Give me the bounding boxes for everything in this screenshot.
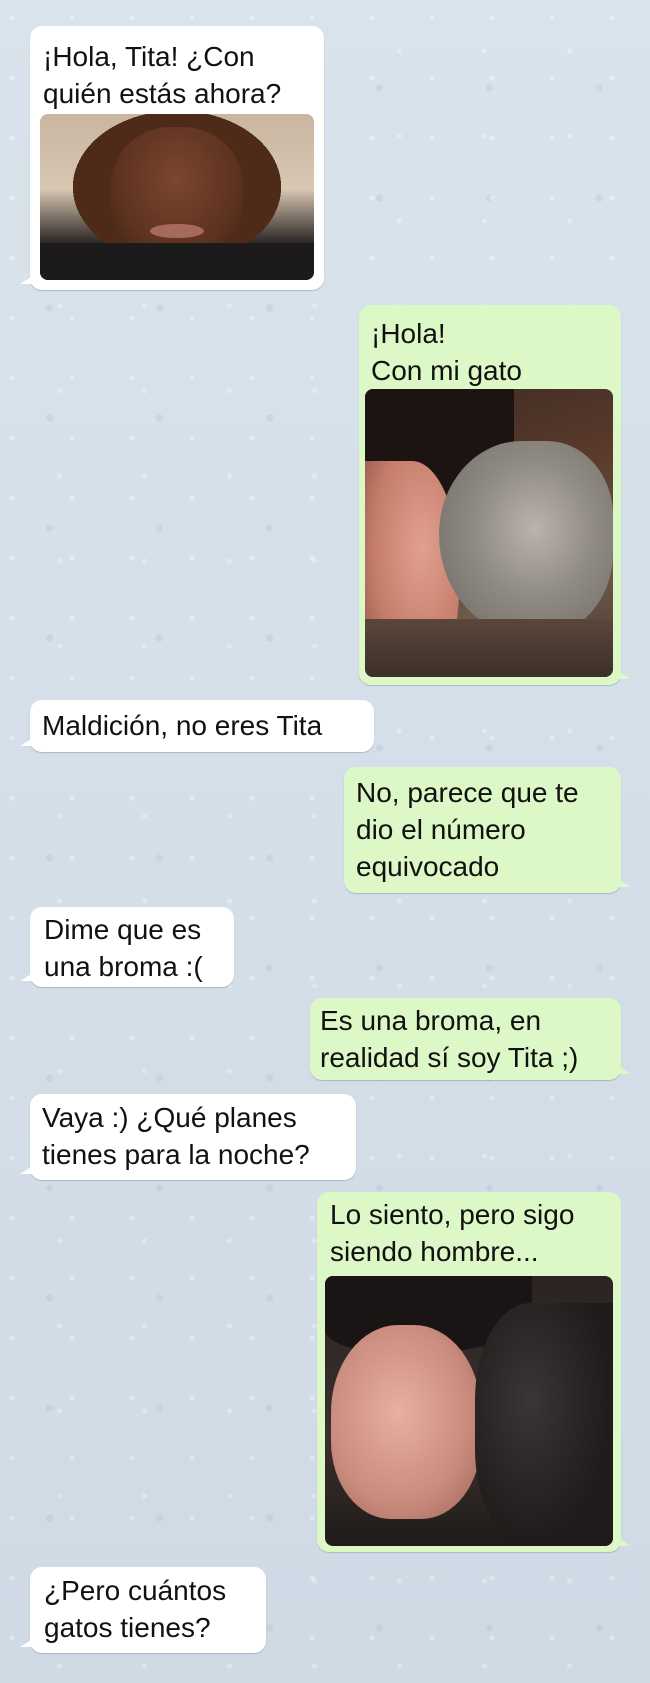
photo-face (330, 1324, 481, 1519)
message-bubble-incoming[interactable]: Dime que es una broma :( (20, 907, 234, 987)
message-photo[interactable] (40, 114, 314, 280)
message-bubble-incoming[interactable]: ¿Pero cuántos gatos tienes? (20, 1567, 266, 1653)
message-text: Vaya :) ¿Qué planes tienes para la noche… (42, 1102, 310, 1170)
message-bubble-outgoing[interactable]: ¡Hola! Con mi gato (359, 305, 631, 685)
message-text: Lo siento, pero sigo siendo hombre... (330, 1199, 575, 1267)
photo-couch (365, 619, 613, 677)
photo-shirt (40, 243, 314, 280)
message-photo[interactable] (365, 389, 613, 677)
message-text: Dime que es una broma :( (44, 914, 203, 982)
message-bubble-outgoing[interactable]: No, parece que te dio el número equivoca… (344, 767, 631, 893)
message-bubble-outgoing[interactable]: Lo siento, pero sigo siendo hombre... (317, 1192, 631, 1552)
chat-background[interactable]: ¡Hola, Tita! ¿Con quién estás ahora? ¡Ho… (0, 0, 650, 1683)
message-text: ¿Pero cuántos gatos tienes? (44, 1575, 227, 1643)
message-photo[interactable] (325, 1276, 613, 1546)
message-bubble-incoming[interactable]: ¡Hola, Tita! ¿Con quién estás ahora? (20, 26, 324, 290)
message-bubble-outgoing[interactable]: Es una broma, en realidad sí soy Tita ;) (310, 998, 631, 1080)
photo-cat (439, 440, 613, 637)
message-text: ¡Hola! Con mi gato (371, 318, 522, 386)
message-text: Es una broma, en realidad sí soy Tita ;) (320, 1005, 579, 1073)
message-text: Maldición, no eres Tita (42, 710, 323, 741)
message-text: ¡Hola, Tita! ¿Con quién estás ahora? (43, 41, 282, 109)
message-bubble-incoming[interactable]: Vaya :) ¿Qué planes tienes para la noche… (20, 1094, 356, 1180)
message-bubble-incoming[interactable]: Maldición, no eres Tita (20, 700, 374, 752)
message-text: No, parece que te dio el número equivoca… (356, 777, 579, 882)
photo-cat (474, 1303, 613, 1546)
